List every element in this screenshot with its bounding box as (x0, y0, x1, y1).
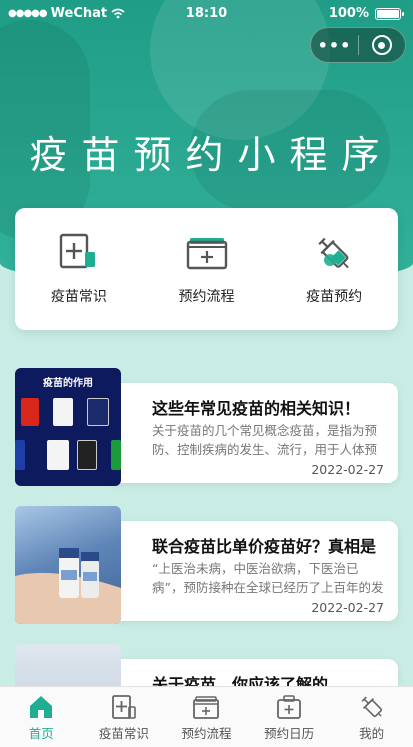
tab-label: 预约流程 (181, 726, 232, 741)
infographic-block (87, 398, 109, 426)
category-booking-process[interactable]: 预约流程 (143, 208, 271, 330)
tab-label: 预约日历 (264, 726, 315, 741)
tab-booking-calendar[interactable]: 预约日历 (248, 687, 331, 747)
article-thumbnail: 疫苗的作用 (15, 368, 121, 486)
article-item[interactable]: 联合疫苗比单价疫苗好？真相是 “上医治未病，中医治欲病，下医治已病”，预防接种在… (15, 506, 398, 624)
bottom-tab-bar: 首页 疫苗常识 预约流程 预约日历 我的 (0, 686, 413, 747)
tab-label: 首页 (28, 726, 54, 741)
tab-vaccine-knowledge[interactable]: 疫苗常识 (83, 687, 166, 747)
folder-plus-icon (193, 696, 220, 719)
page-title: 疫苗预约小程序 (29, 133, 394, 177)
category-vaccine-knowledge[interactable]: 疫苗常识 (15, 208, 143, 330)
tab-booking-process[interactable]: 预约流程 (165, 687, 248, 747)
infographic-block (21, 398, 39, 426)
thumbnail-caption: 疫苗的作用 (43, 378, 93, 389)
category-label: 疫苗常识 (50, 289, 107, 305)
tab-label: 我的 (359, 726, 385, 741)
article-title: 联合疫苗比单价疫苗好？真相是 (152, 537, 377, 556)
article-card: 联合疫苗比单价疫苗好？真相是 “上医治未病，中医治欲病，下医治已病”，预防接种在… (110, 521, 398, 621)
article-card: 这些年常见疫苗的相关知识！ 关于疫苗的几个常见概念疫苗，是指为预防、控制疾病的发… (110, 383, 398, 483)
plus-card-icon (111, 695, 136, 719)
status-bar: ●●●●● WeChat 18:10 100% (0, 0, 413, 28)
home-icon (30, 696, 53, 718)
infographic-block (15, 440, 25, 470)
article-date: 2022-02-27 (311, 600, 384, 615)
article-thumbnail (15, 506, 121, 624)
infographic-block (111, 440, 121, 470)
category-card: 疫苗常识 预约流程 疫苗预约 (15, 208, 398, 330)
infographic-block (77, 440, 97, 470)
article-date: 2022-02-27 (311, 462, 384, 477)
plus-card-icon (59, 233, 95, 269)
tab-profile[interactable]: 我的 (330, 687, 413, 747)
article-item[interactable]: 这些年常见疫苗的相关知识！ 关于疫苗的几个常见概念疫苗，是指为预防、控制疾病的发… (15, 368, 398, 486)
more-menu-button[interactable]: ••• (311, 36, 358, 55)
vaccine-vials-image (15, 548, 121, 624)
article-title: 这些年常见疫苗的相关知识！ (152, 399, 361, 418)
infographic-block (47, 440, 69, 470)
infographic-block (53, 398, 73, 426)
syringe-icon (361, 696, 382, 718)
tab-label: 疫苗常识 (98, 726, 149, 741)
folder-plus-icon (186, 238, 227, 270)
battery-percent: 100% (328, 6, 369, 21)
category-label: 疫苗预约 (306, 289, 363, 305)
category-label: 预约流程 (178, 289, 235, 305)
article-summary: “上医治未病，中医治欲病，下医治已病”，预防接种在全球已经历了上百年的发展历程 (152, 561, 384, 595)
tab-home[interactable]: 首页 (0, 687, 83, 747)
battery-icon (375, 7, 404, 20)
mini-program-capsule: ••• (310, 27, 406, 63)
briefcase-plus-icon (277, 695, 301, 719)
close-icon (371, 35, 392, 55)
category-vaccine-booking[interactable]: 疫苗预约 (270, 208, 398, 330)
syringe-icon (318, 237, 349, 269)
article-summary: 关于疫苗的几个常见概念疫苗，是指为预防、控制疾病的发生、流行，用于人体预防接种的… (152, 423, 378, 457)
close-button[interactable] (359, 35, 405, 55)
